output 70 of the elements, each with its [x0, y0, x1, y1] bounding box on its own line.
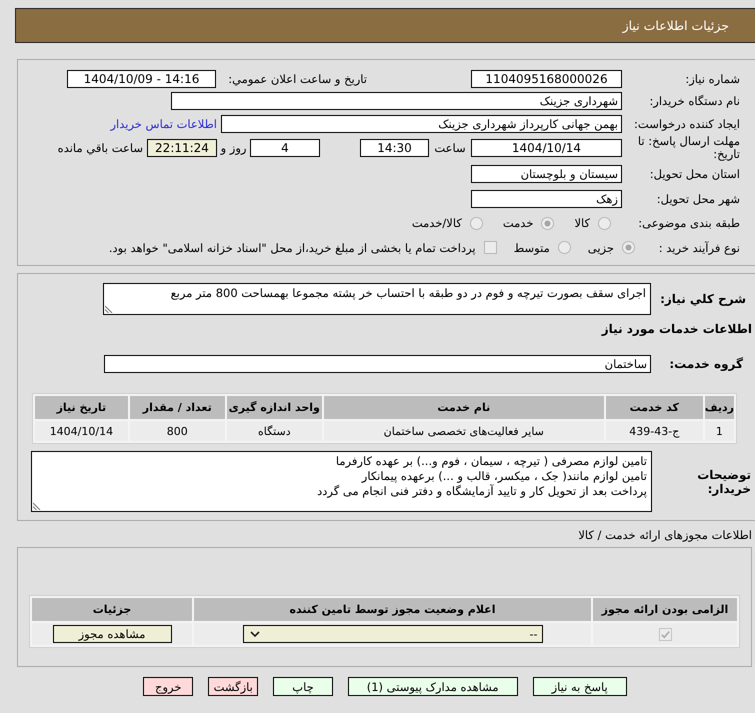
checkbox-label: پرداخت تمام یا بخشی از مبلغ خرید،از محل "اسناد خزانه اسلامی" خواهد بود. — [108, 240, 476, 254]
table-cell: سایر فعالیت‌های تخصصی ساختمان — [324, 421, 604, 441]
table-cell: ج-43-439 — [606, 421, 703, 441]
column-header: واحد اندازه گیری — [226, 396, 322, 419]
province-field[interactable]: سیستان و بلوچستان — [471, 165, 622, 183]
radio-label: خدمت — [502, 216, 534, 230]
days-label: روز و — [219, 141, 248, 155]
radio-label: جزیی — [588, 240, 614, 254]
radio-button[interactable] — [541, 216, 554, 230]
province-label: استان محل تحویل: — [648, 167, 740, 181]
requester-field[interactable]: بهمن جهانی کارپرداز شهرداری جزینک — [221, 114, 622, 132]
table-cell: 1 — [704, 421, 734, 441]
column-header: تعداد / مقدار — [130, 396, 225, 419]
requester-label: ایجاد کننده درخواست: — [633, 116, 740, 130]
status-select[interactable]: -- — [242, 625, 542, 643]
radio-label: کالا/خدمت — [412, 216, 462, 230]
column-header: کد خدمت — [606, 396, 703, 419]
buyer-name-label: نام دستگاه خریدار: — [648, 94, 740, 108]
column-header: اعلام وضعیت مجوز توسط تامین کننده — [194, 598, 591, 621]
radio-label: متوسط — [514, 240, 550, 254]
announce-date-field[interactable]: 1404/10/09 - 14:16 — [67, 70, 216, 88]
resize-grip-icon[interactable] — [105, 305, 113, 313]
buyer-contact-link[interactable]: اطلاعات تماس خریدار — [110, 116, 217, 130]
buyer-name-field[interactable]: شهرداری جزینک — [171, 92, 622, 110]
time-left-field[interactable]: 22:11:24 — [147, 139, 217, 157]
days-left-field[interactable]: 4 — [250, 139, 320, 157]
checkbox[interactable] — [484, 241, 497, 254]
action-button[interactable]: بازگشت — [208, 677, 258, 696]
permits-heading: اطلاعات مجوزهای ارائه خدمت / کالا — [577, 528, 753, 542]
buyer-notes-label: توضیحات خریدار: — [696, 468, 751, 496]
column-header: ردیف — [704, 396, 734, 419]
need-number-label: شماره نیاز: — [684, 72, 740, 86]
action-button[interactable]: پاسخ به نیاز — [532, 677, 627, 696]
caret-icon — [250, 631, 260, 637]
radio-button[interactable] — [598, 216, 611, 230]
deadline-date-field[interactable]: 1404/10/14 — [471, 139, 622, 157]
service-group-label: گروه خدمت: — [668, 357, 743, 371]
buyer-notes-field[interactable]: تامین لوازم مصرفی ( تیرچه ، سیمان ، فوم و...) بر عهده کارفرما تامین لوازم مانند( جک ، میکسر، قالب و ...) برعهده پیمانکار پرداخت بعد از تحویل کار و تایید آزمایشگاه و دفتر فنی انجام می گردد — [31, 451, 652, 512]
time-left-label: ساعت باقي مانده — [58, 141, 143, 155]
column-header: جزئیات — [32, 598, 192, 621]
checkbox[interactable] — [658, 628, 672, 640]
section-heading: اطلاعات خدمات مورد نیاز — [600, 322, 753, 336]
column-header: الزامی بودن ارائه مجوز — [593, 598, 737, 621]
time-label: ساعت — [433, 141, 467, 155]
category-label: طبقه بندی موضوعی: — [637, 216, 740, 230]
resize-grip-icon[interactable] — [33, 502, 41, 510]
announce-date-label: تاریخ و ساعت اعلان عمومي: — [227, 72, 367, 86]
page-title: جزئیات اطلاعات نیاز — [622, 18, 729, 33]
column-header: نام خدمت — [324, 396, 604, 419]
purchase-process-label: نوع فرآیند خرید : — [658, 240, 740, 254]
summary-label: شرح کلي نیاز: — [659, 292, 746, 306]
service-group-field[interactable]: ساختمان — [104, 355, 651, 373]
radio-label: کالا — [574, 216, 590, 230]
radio-button[interactable] — [470, 216, 483, 230]
table-cell: 800 — [130, 421, 225, 441]
radio-button[interactable] — [558, 241, 571, 254]
column-header: تاریخ نیاز — [35, 396, 128, 419]
deadline-label: مهلت ارسال پاسخ: تا تاریخ: — [636, 135, 740, 161]
action-button[interactable]: مشاهده مدارک پیوستی (1) — [348, 677, 518, 696]
view-permit-button[interactable]: مشاهده مجوز — [52, 625, 172, 643]
need-number-field[interactable]: 1104095168000026 — [471, 70, 622, 88]
city-field[interactable]: زهک — [471, 190, 622, 208]
action-button[interactable]: خروج — [143, 677, 194, 696]
city-label: شهر محل تحویل: — [656, 192, 740, 206]
table-cell: 1404/10/14 — [35, 421, 128, 441]
action-button[interactable]: چاپ — [273, 677, 333, 696]
deadline-time-field[interactable]: 14:30 — [360, 139, 429, 157]
table-cell: دستگاه — [226, 421, 322, 441]
summary-field[interactable]: اجرای سقف بصورت تیرچه و فوم در دو طبقه با احتساب خر پشته مجموعا بهمساحت 800 متر مربع — [103, 283, 651, 315]
radio-button[interactable] — [622, 241, 635, 254]
